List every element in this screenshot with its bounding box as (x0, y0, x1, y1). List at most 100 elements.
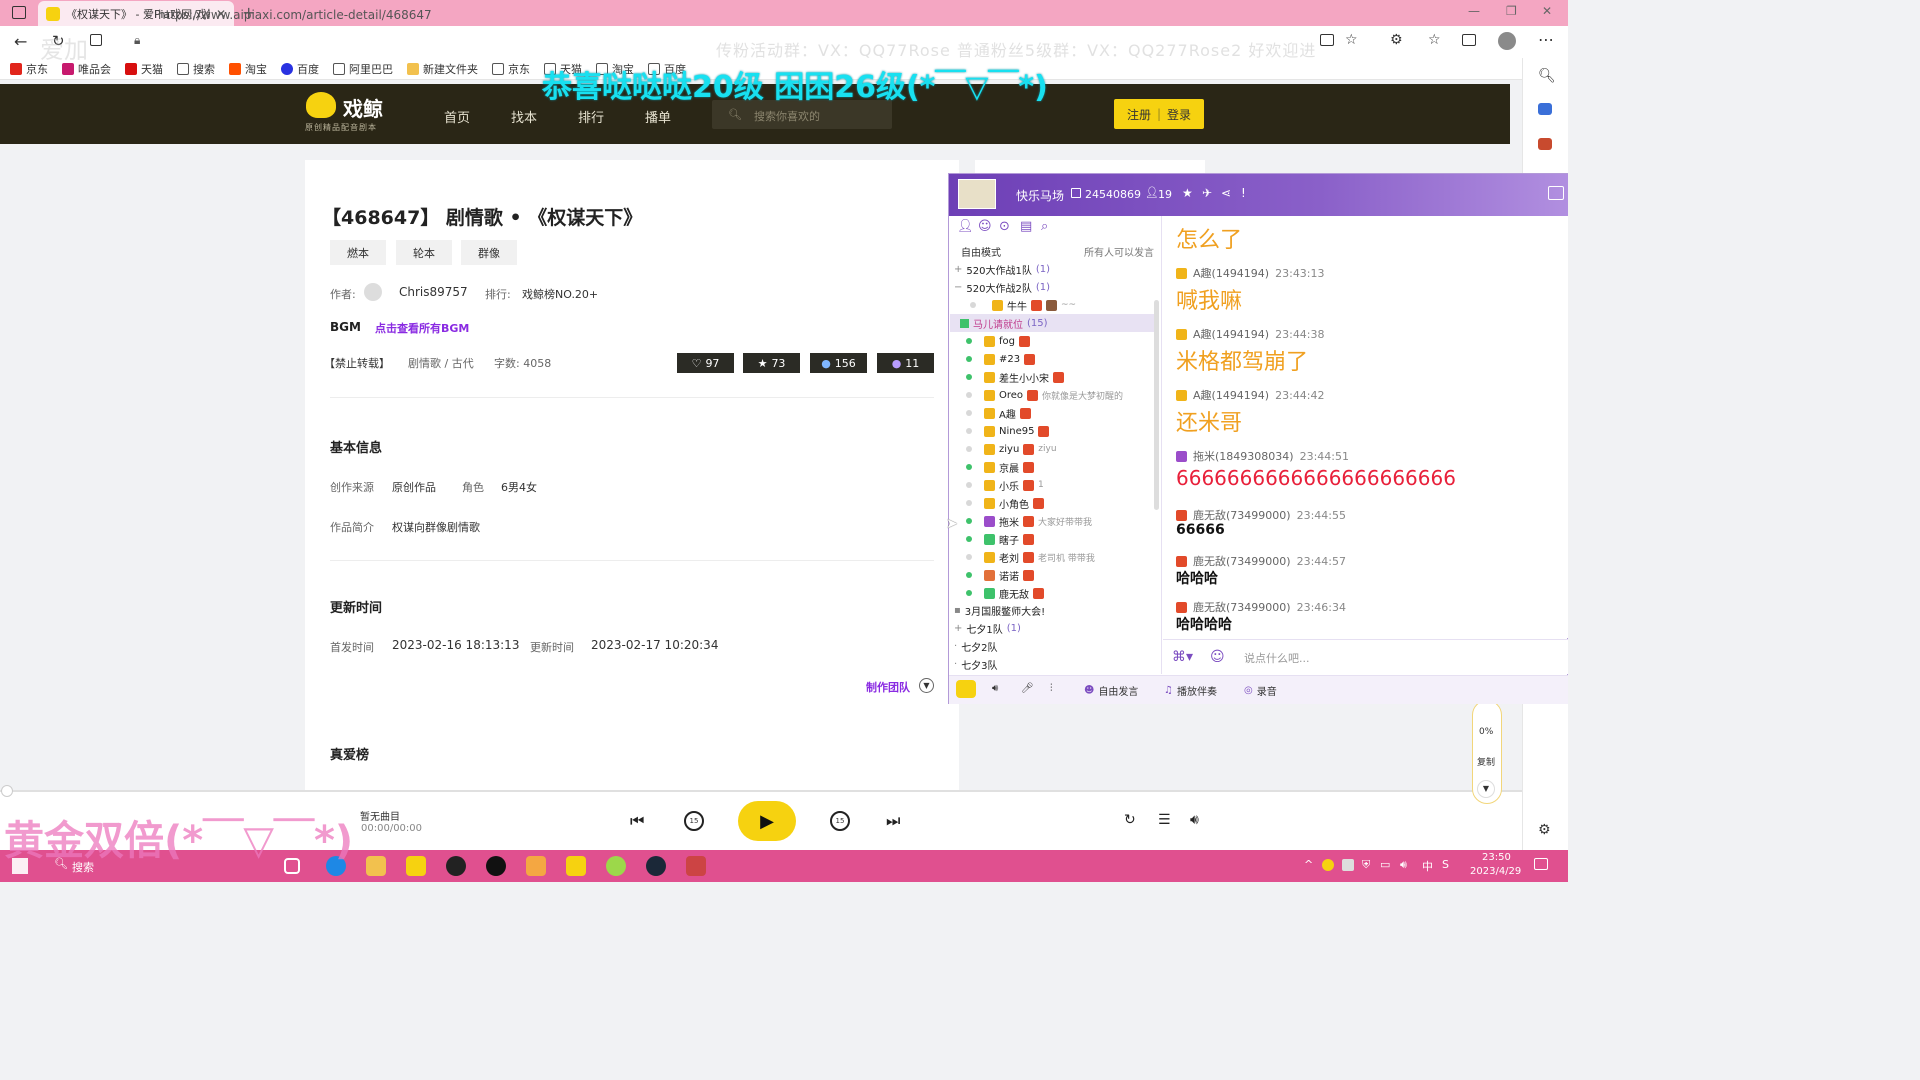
like-button[interactable]: ♡ 97 (677, 353, 734, 373)
loop-icon[interactable]: ↻ (1124, 812, 1136, 828)
gamepad-icon[interactable]: ⌘▾ (1172, 649, 1193, 665)
site-logo[interactable]: 戏鲸 (343, 93, 383, 122)
emoji-icon[interactable]: ☺ (1210, 649, 1225, 665)
favorites-icon[interactable]: ☆ (1428, 32, 1441, 48)
tag-ran[interactable]: 燃本 (330, 240, 386, 265)
bookmark-baidu[interactable]: 百度 (281, 61, 319, 77)
yy-icon[interactable] (566, 856, 586, 876)
reader-icon[interactable] (1320, 34, 1334, 46)
member-row[interactable]: ziyu ziyu (966, 440, 1154, 458)
tray-app-icon[interactable] (1322, 859, 1334, 871)
member-row[interactable]: Oreo 你就像是大梦初醒的 (966, 386, 1154, 404)
extensions-icon[interactable]: ⚙ (1390, 32, 1403, 48)
bgm-link[interactable]: 点击查看所有BGM (375, 320, 469, 336)
mixer-icon[interactable]: ⫶ (1050, 683, 1053, 694)
steam-icon[interactable] (646, 856, 666, 876)
chevron-down-icon[interactable]: ▼ (919, 678, 934, 693)
location-icon[interactable]: ⊙ (999, 219, 1010, 234)
sidebar-shopping-icon[interactable] (1538, 103, 1552, 115)
game-icon[interactable] (686, 856, 706, 876)
tray-shield-icon[interactable]: ⛨ (1362, 858, 1370, 872)
share-icon[interactable]: ⋖ (1221, 186, 1231, 200)
copy-button[interactable]: 复制 (1477, 755, 1495, 768)
member-row[interactable]: 小乐 1 (966, 476, 1154, 494)
channel-qixi-2[interactable]: · 七夕2队 (954, 637, 1154, 655)
forward-15-icon[interactable]: 15 (830, 811, 850, 831)
author-name[interactable]: Chris89757 (399, 285, 468, 299)
file-explorer-icon[interactable] (366, 856, 386, 876)
player-progress-bar[interactable] (0, 790, 1522, 792)
next-track-icon[interactable]: ⏭ (886, 811, 900, 831)
channel-horses-ready[interactable]: 马儿请就位 (15) (950, 314, 1154, 332)
url-field[interactable]: https://www.aipiaxi.com/article-detail/4… (158, 8, 432, 22)
member-row[interactable]: fog (966, 332, 1154, 350)
register-button[interactable]: 注册 (1127, 106, 1151, 123)
microphone-icon[interactable]: 🎤︎ (1021, 683, 1034, 694)
rewind-15-icon[interactable]: 15 (684, 811, 704, 831)
speaker-icon[interactable]: 🔊︎ (992, 683, 998, 694)
plane-icon[interactable]: ✈ (1202, 186, 1212, 200)
member-row[interactable]: 老刘 老司机 带带我 (966, 548, 1154, 566)
channel-march-event[interactable]: ▪ 3月国服鳖师大会! (954, 601, 1154, 619)
clock-date[interactable]: 2023/4/29 (1470, 866, 1521, 877)
tag-lun[interactable]: 轮本 (396, 240, 452, 265)
member-row[interactable]: 牛牛 ~~ (970, 296, 1158, 314)
member-row[interactable]: #23 (966, 350, 1154, 368)
friends-icon[interactable]: ☺ (978, 219, 992, 234)
channel-qixi-3[interactable]: · 七夕3队 (954, 655, 1154, 673)
sidebar-settings-icon[interactable]: ⚙ (1538, 822, 1551, 838)
free-speak-button[interactable]: ☻ 自由发言 (1084, 683, 1138, 698)
restore-button[interactable]: ❐ (1506, 4, 1517, 18)
ime-indicator[interactable]: 中 (1422, 858, 1433, 874)
member-row[interactable]: 拖米 大家好带带我 (966, 512, 1154, 530)
progress-handle[interactable] (1, 785, 13, 797)
scroll-down-icon[interactable]: ▼ (1477, 780, 1495, 798)
nav-ranking[interactable]: 排行 (578, 107, 604, 126)
channel-qixi-1[interactable]: + 七夕1队 (1) (954, 619, 1154, 637)
volume-icon[interactable]: 🔊︎ (1190, 812, 1199, 828)
collections-icon[interactable] (1462, 34, 1476, 46)
tray-network-icon[interactable]: ▭ (1380, 858, 1390, 871)
sidebar-toggle-icon[interactable] (12, 6, 26, 19)
profile-avatar[interactable] (1498, 32, 1516, 50)
mascot-icon[interactable] (956, 680, 976, 698)
tray-app-icon-2[interactable] (1342, 859, 1354, 871)
logo-whale-icon[interactable] (306, 92, 336, 118)
member-icon[interactable]: 👤︎ (957, 219, 974, 234)
app-icon-3[interactable] (606, 856, 626, 876)
channel-520-team2[interactable]: −520大作战2队 (1) (954, 278, 1154, 296)
app-icon[interactable] (486, 856, 506, 876)
playlist-icon[interactable]: ☰ (1158, 812, 1171, 828)
team-link[interactable]: 制作团队 (866, 679, 910, 695)
member-row[interactable]: 鹿无敌 (966, 584, 1154, 602)
member-search-icon[interactable]: ⌕ (1041, 219, 1048, 234)
star-button[interactable]: ★ 73 (743, 353, 800, 373)
member-row[interactable]: 瞎子 (966, 530, 1154, 548)
comment-button[interactable]: ● 156 (810, 353, 867, 373)
report-icon[interactable]: ! (1241, 186, 1246, 200)
notification-icon[interactable] (1534, 858, 1548, 870)
xijing-app-icon[interactable] (406, 856, 426, 876)
notice-icon[interactable]: ▤ (1020, 219, 1032, 234)
favorite-room-icon[interactable]: ★ (1182, 186, 1193, 200)
login-button[interactable]: 登录 (1167, 106, 1191, 123)
minimize-button[interactable]: — (1468, 4, 1480, 18)
nav-playlist[interactable]: 播单 (645, 107, 671, 126)
bookmark-alibaba[interactable]: 阿里巴巴 (333, 61, 393, 77)
member-row[interactable]: 小角色 (966, 494, 1154, 512)
netease-music-icon[interactable] (446, 856, 466, 876)
favorite-star-icon[interactable]: ☆ (1345, 32, 1358, 48)
member-row[interactable]: 差生小小宋 (966, 368, 1154, 386)
member-row[interactable]: A趣 (966, 404, 1154, 422)
clock-time[interactable]: 23:50 (1482, 852, 1511, 863)
sidebar-search-icon[interactable]: 🔍︎ (1538, 68, 1556, 84)
play-button[interactable]: ▶ (738, 801, 796, 841)
tray-s-icon[interactable]: S (1442, 858, 1449, 871)
play-music-button[interactable]: ♫ 播放伴奏 (1164, 683, 1217, 698)
tray-chevron-icon[interactable]: ^ (1304, 858, 1313, 871)
app-icon-2[interactable] (526, 856, 546, 876)
room-avatar[interactable] (958, 179, 996, 209)
record-button[interactable]: ◎ 录音 (1244, 683, 1277, 698)
bookmark-taobao[interactable]: 淘宝 (229, 61, 267, 77)
nav-find-script[interactable]: 找本 (511, 107, 537, 126)
